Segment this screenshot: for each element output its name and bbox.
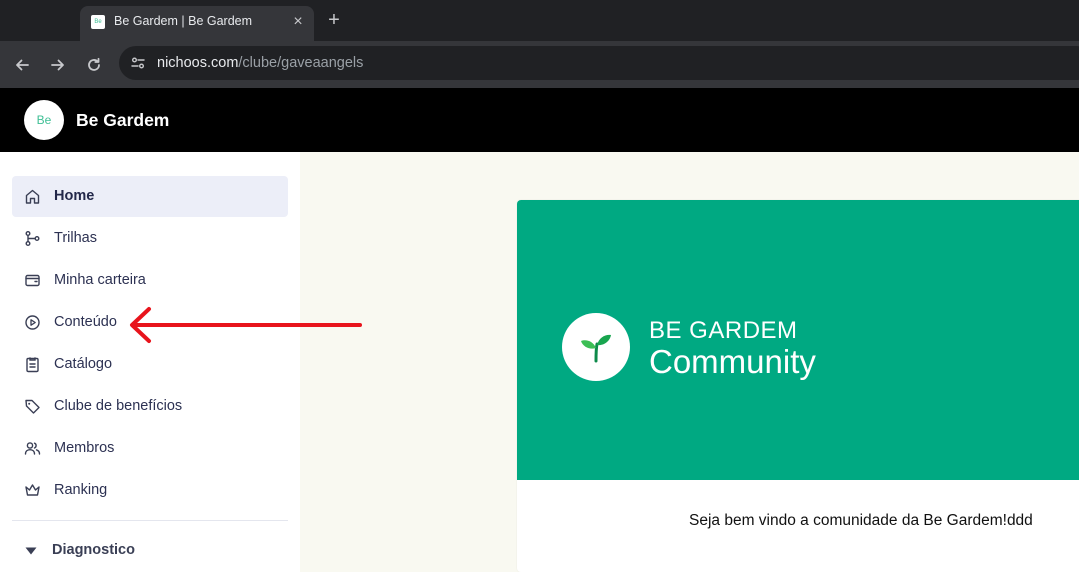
route-icon [24,230,41,247]
tag-icon [24,398,41,415]
sidebar-item-clube-de-beneficios[interactable]: Clube de benefícios [12,386,288,427]
section-label: Diagnostico [52,542,135,558]
sidebar-item-label: Clube de benefícios [54,398,183,414]
sidebar-item-label: Membros [54,440,115,456]
app-header: Be Be Gardem [0,88,1079,152]
welcome-card: BE GARDEM Community Seja bem vindo a com… [517,200,1079,572]
site-favicon-icon: Be [91,15,105,29]
close-tab-icon[interactable]: × [289,13,307,31]
home-icon [24,188,41,205]
url-host: nichoos.com [157,55,239,71]
caret-down-icon[interactable] [24,544,38,558]
sidebar-item-label: Catálogo [54,356,113,372]
sidebar-item-minha-carteira[interactable]: Minha carteira [12,260,288,301]
back-arrow-icon[interactable] [10,53,34,77]
address-bar[interactable]: nichoos.com/clube/gaveaangels [119,46,1079,80]
url-path: /clube/gaveaangels [238,55,364,71]
sidebar-item-trilhas[interactable]: Trilhas [12,218,288,259]
reload-icon[interactable] [82,53,106,77]
sidebar-divider [12,520,288,521]
annotation-arrow-icon [130,307,362,343]
tab-title: Be Gardem | Be Gardem [114,14,253,28]
banner-subtitle: Community [649,343,816,380]
new-tab-icon[interactable]: + [323,9,345,31]
community-banner: BE GARDEM Community [517,200,1079,480]
sprout-icon [562,313,630,381]
sidebar-item-label: Minha carteira [54,272,146,288]
sidebar-item-catalogo[interactable]: Catálogo [12,344,288,385]
url-text: nichoos.com/clube/gaveaangels [157,55,363,71]
forward-arrow-icon[interactable] [46,53,70,77]
sidebar-item-label: Conteúdo [54,314,117,330]
sidebar-item-home[interactable]: Home [12,176,288,217]
play-circle-icon [24,314,41,331]
app-logo[interactable]: Be [24,100,64,140]
wallet-icon [24,272,41,289]
main-content: BE GARDEM Community Seja bem vindo a com… [300,152,1079,572]
crown-icon [24,482,41,499]
banner-brand: BE GARDEM [649,317,798,344]
sidebar-item-label: Ranking [54,482,108,498]
sidebar: Home Trilhas Minha carteira Conteúdo Cat… [0,152,300,572]
sidebar-item-label: Trilhas [54,230,97,246]
sidebar-item-membros[interactable]: Membros [12,428,288,469]
app-title[interactable]: Be Gardem [76,110,169,131]
sidebar-item-ranking[interactable]: Ranking [12,470,288,511]
users-icon [24,440,41,457]
site-settings-icon[interactable] [129,54,147,72]
sidebar-section-diagnostico[interactable]: Diagnostico [12,536,288,566]
welcome-text: Seja bem vindo a comunidade da Be Gardem… [689,512,1033,529]
browser-tab-bar: Be Be Gardem | Be Gardem × + [0,0,1079,41]
sidebar-item-label: Home [54,188,95,204]
clipboard-icon [24,356,41,373]
browser-toolbar: nichoos.com/clube/gaveaangels [0,41,1079,88]
browser-tab[interactable]: Be Be Gardem | Be Gardem × [80,6,314,41]
